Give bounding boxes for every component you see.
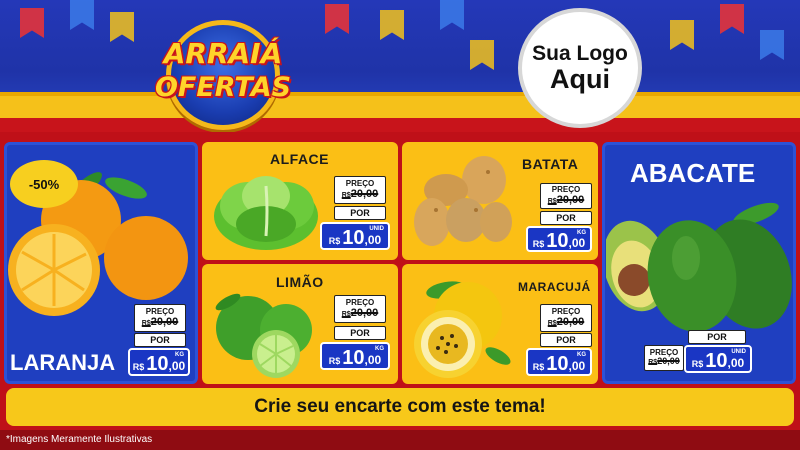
price-tag: R$ 10,00 UNID bbox=[320, 222, 390, 250]
avocado-image bbox=[606, 202, 792, 332]
por-label: POR bbox=[134, 333, 186, 347]
arraia-ofertas-logo: ARRAIÁ OFERTAS bbox=[148, 14, 298, 130]
discount-badge: -50% bbox=[10, 160, 78, 208]
price-tag: R$ 10,00 KG bbox=[128, 348, 190, 376]
flyer: ARRAIÁ OFERTAS Sua Logo Aqui -50% LARANJ… bbox=[0, 0, 800, 450]
por-label: POR bbox=[334, 206, 386, 220]
price-tag: R$ 10,00 KG bbox=[526, 226, 592, 252]
old-price-tag: PREÇO R$20,00 bbox=[334, 176, 386, 204]
your-logo-placeholder: Sua Logo Aqui bbox=[518, 8, 642, 128]
price-tag: R$ 10,00 KG bbox=[320, 342, 390, 370]
por-label: POR bbox=[334, 326, 386, 340]
logo-line2: OFERTAS bbox=[154, 71, 292, 103]
product-name-alface: ALFACE bbox=[270, 151, 329, 167]
product-name-batata: BATATA bbox=[522, 156, 579, 172]
lettuce-image bbox=[214, 176, 318, 250]
product-name-laranja: LARANJA bbox=[10, 350, 116, 375]
price-tag: R$ 10,00 KG bbox=[526, 348, 592, 376]
disclaimer-text: *Imagens Meramente Ilustrativas bbox=[6, 434, 153, 445]
logo-line1: ARRAIÁ bbox=[163, 36, 283, 70]
price-tag: R$ 10,00 UNID bbox=[684, 345, 752, 373]
old-price-tag: PREÇO R$20,00 bbox=[134, 304, 186, 332]
passion-fruit-image bbox=[414, 281, 511, 378]
preco-label: PREÇO bbox=[145, 306, 175, 316]
lime-image bbox=[215, 293, 312, 378]
product-name-abacate: ABACATE bbox=[630, 158, 756, 188]
your-logo-line1: Sua Logo bbox=[532, 41, 628, 65]
cta-banner: Crie seu encarte com este tema! bbox=[6, 388, 794, 426]
product-name-maracuja: MARACUJÁ bbox=[518, 280, 591, 294]
old-price-tag: PREÇO R$20,00 bbox=[540, 304, 592, 332]
old-price-tag: PREÇO R$20,00 bbox=[334, 295, 386, 323]
your-logo-line2: Aqui bbox=[550, 63, 610, 94]
logo-text: ARRAIÁ OFERTAS bbox=[154, 36, 292, 103]
potato-image bbox=[414, 156, 512, 246]
old-price-tag: PREÇO R$20,00 bbox=[540, 183, 592, 209]
old-price: R$20,00 bbox=[141, 315, 179, 328]
por-label: POR bbox=[540, 333, 592, 347]
old-price-tag: PREÇO R$20,00 bbox=[644, 345, 684, 371]
por-label: POR bbox=[688, 330, 746, 344]
por-label: POR bbox=[540, 211, 592, 225]
